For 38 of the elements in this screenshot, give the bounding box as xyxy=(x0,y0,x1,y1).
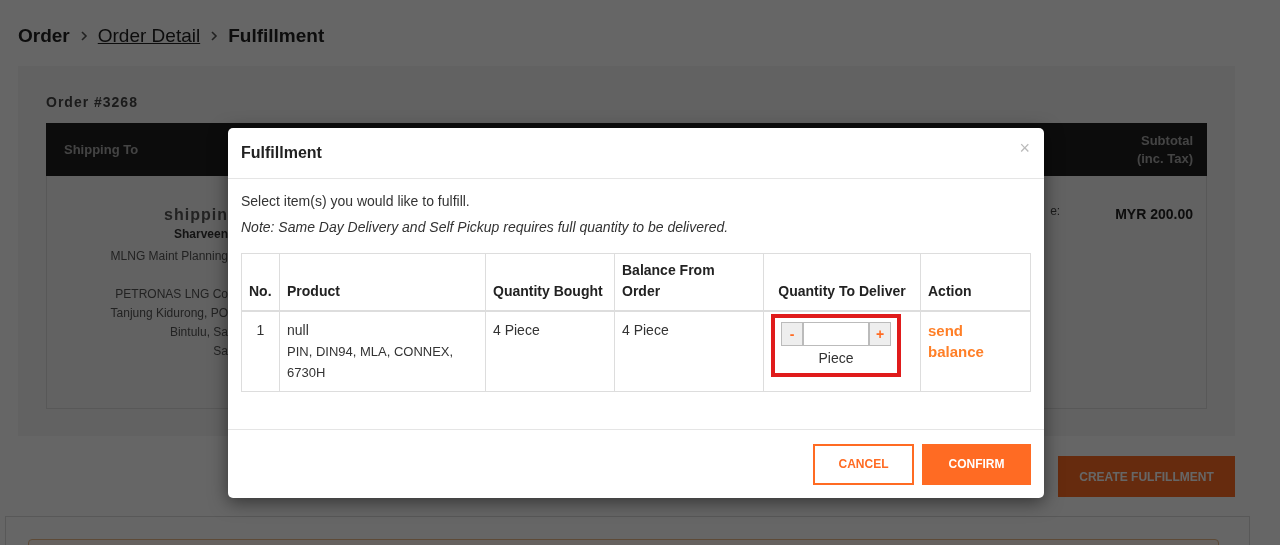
create-fulfillment-button[interactable]: CREATE FULFILLMENT xyxy=(1058,456,1235,497)
breadcrumb-item: Order xyxy=(18,25,70,47)
column-header: Quantity Bought xyxy=(485,253,615,311)
quantity-input[interactable] xyxy=(803,322,869,346)
instruction-text: Select item(s) you would like to fulfill. xyxy=(241,193,471,209)
breadcrumb-item: Fulfillment xyxy=(228,25,325,47)
cancel-button[interactable]: CANCEL xyxy=(813,443,914,485)
table-cell: 4 Piece xyxy=(485,311,615,392)
close-button[interactable]: × xyxy=(1019,137,1030,159)
table-cell: null PIN, DIN94, MLA, CONNEX, 6730H xyxy=(279,311,486,392)
shipping-heading: shippin xyxy=(164,206,228,224)
chevron-icon xyxy=(79,31,88,41)
unit-label: Piece xyxy=(818,349,854,368)
column-header: Balance From Order xyxy=(614,253,764,311)
column-header: Product xyxy=(279,253,486,311)
column-header: Shipping To xyxy=(64,142,139,157)
column-header: No. xyxy=(241,253,280,311)
breadcrumb-link[interactable]: Order Detail xyxy=(97,25,201,47)
subtotal-value: MYR 200.00 xyxy=(1115,206,1193,222)
order-title: Order #3268 xyxy=(46,94,139,110)
label-fragment: e: xyxy=(1050,204,1061,218)
column-header: Subtotal (inc. Tax) xyxy=(1135,131,1193,168)
decrement-button[interactable]: - xyxy=(781,322,803,346)
confirm-button[interactable]: CONFIRM xyxy=(922,443,1031,485)
address-line: PETRONAS LNG Co xyxy=(115,286,228,303)
note-text: Note: Same Day Delivery and Self Pickup requires full quantity to be delivered. xyxy=(241,219,730,235)
address-line: Bintulu, Sa xyxy=(169,324,228,341)
column-header: Quantity To Deliver xyxy=(763,253,921,311)
department-line: MLNG Maint Planning xyxy=(110,248,228,265)
table-cell: 4 Piece xyxy=(614,311,764,392)
chevron-icon xyxy=(210,31,219,41)
table-cell: 1 xyxy=(241,311,280,392)
increment-button[interactable]: + xyxy=(869,322,891,346)
dialog-title: Fulfillment xyxy=(241,144,322,162)
address-line: Sa xyxy=(213,343,228,360)
shipping-name: Sharveen xyxy=(173,227,228,241)
column-header: Action xyxy=(920,253,1031,311)
address-line: Tanjung Kidurong, PO xyxy=(110,305,228,322)
